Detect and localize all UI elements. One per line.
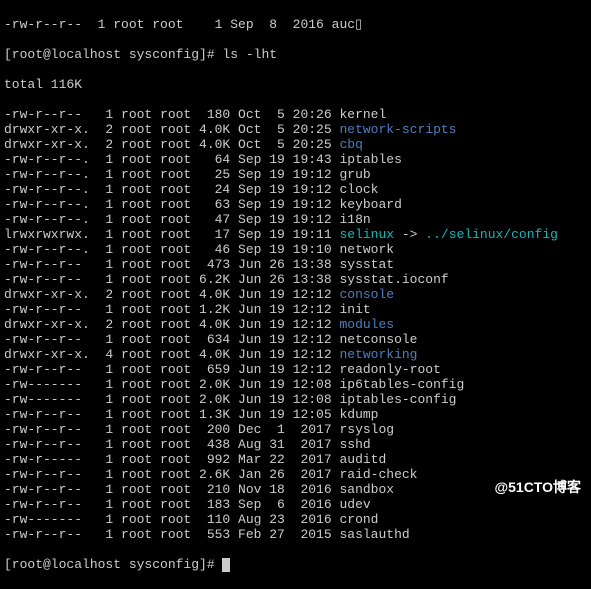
file-entry: -rw-r--r-- 1 root root 659 Jun 19 12:12 …	[4, 362, 587, 377]
file-name: auditd	[339, 452, 386, 467]
dir-name: networking	[339, 347, 417, 362]
file-name: network	[339, 242, 394, 257]
file-entry: lrwxrwxrwx. 1 root root 17 Sep 19 19:11 …	[4, 227, 587, 242]
file-name: netconsole	[339, 332, 417, 347]
file-entry: -rw-r--r--. 1 root root 64 Sep 19 19:43 …	[4, 152, 587, 167]
file-name: i18n	[339, 212, 370, 227]
dir-name: cbq	[339, 137, 362, 152]
file-name: ip6tables-config	[339, 377, 464, 392]
symlink-target: ../selinux/config	[425, 227, 558, 242]
dir-name: console	[339, 287, 394, 302]
file-entry: -rw-r--r--. 1 root root 63 Sep 19 19:12 …	[4, 197, 587, 212]
file-listing: -rw-r--r-- 1 root root 180 Oct 5 20:26 k…	[4, 107, 587, 542]
file-name: sysstat	[339, 257, 394, 272]
total-line: total 116K	[4, 77, 587, 92]
file-entry: -rw-r--r--. 1 root root 24 Sep 19 19:12 …	[4, 182, 587, 197]
file-name: iptables	[339, 152, 401, 167]
file-name: saslauthd	[339, 527, 409, 542]
prompt-line: [root@localhost sysconfig]# ls -lht	[4, 47, 587, 62]
file-entry: drwxr-xr-x. 2 root root 4.0K Oct 5 20:25…	[4, 122, 587, 137]
watermark: @51CTO博客	[494, 480, 581, 495]
file-name: raid-check	[339, 467, 417, 482]
shell-prompt: [root@localhost sysconfig]#	[4, 557, 222, 572]
file-entry: -rw-r--r-- 1 root root 634 Jun 19 12:12 …	[4, 332, 587, 347]
file-name: readonly-root	[339, 362, 440, 377]
file-entry: -rw-r--r-- 1 root root 553 Feb 27 2015 s…	[4, 527, 587, 542]
file-entry: -rw-r--r-- 1 root root 438 Aug 31 2017 s…	[4, 437, 587, 452]
file-entry: drwxr-xr-x. 2 root root 4.0K Jun 19 12:1…	[4, 317, 587, 332]
file-entry: drwxr-xr-x. 4 root root 4.0K Jun 19 12:1…	[4, 347, 587, 362]
shell-prompt: [root@localhost sysconfig]#	[4, 47, 222, 62]
file-entry: -rw-r--r-- 1 root root 473 Jun 26 13:38 …	[4, 257, 587, 272]
file-entry: drwxr-xr-x. 2 root root 4.0K Oct 5 20:25…	[4, 137, 587, 152]
file-name: iptables-config	[339, 392, 456, 407]
file-entry: -rw-r--r-- 1 root root 1.2K Jun 19 12:12…	[4, 302, 587, 317]
symlink-name: selinux	[339, 227, 394, 242]
dir-name: modules	[339, 317, 394, 332]
file-entry: drwxr-xr-x. 2 root root 4.0K Jun 19 12:1…	[4, 287, 587, 302]
cursor	[222, 558, 230, 572]
command-text: ls -lht	[222, 47, 277, 62]
file-name: sandbox	[339, 482, 394, 497]
terminal[interactable]: -rw-r--r-- 1 root root 1 Sep 8 2016 auc▯…	[0, 0, 591, 589]
file-entry: -rw------- 1 root root 2.0K Jun 19 12:08…	[4, 392, 587, 407]
file-entry: -rw-r--r-- 1 root root 183 Sep 6 2016 ud…	[4, 497, 587, 512]
file-entry: -rw------- 1 root root 2.0K Jun 19 12:08…	[4, 377, 587, 392]
file-name: clock	[339, 182, 378, 197]
file-name: init	[339, 302, 370, 317]
file-entry: -rw-r--r--. 1 root root 47 Sep 19 19:12 …	[4, 212, 587, 227]
file-entry: -rw-r--r--. 1 root root 46 Sep 19 19:10 …	[4, 242, 587, 257]
file-name: rsyslog	[339, 422, 394, 437]
file-name: grub	[339, 167, 370, 182]
file-name: sshd	[339, 437, 370, 452]
file-entry: -rw-r----- 1 root root 992 Mar 22 2017 a…	[4, 452, 587, 467]
file-entry: -rw-r--r-- 1 root root 6.2K Jun 26 13:38…	[4, 272, 587, 287]
file-entry: -rw-r--r-- 1 root root 180 Oct 5 20:26 k…	[4, 107, 587, 122]
file-name: udev	[339, 497, 370, 512]
file-name: kernel	[339, 107, 386, 122]
file-entry: -rw-r--r-- 1 root root 200 Dec 1 2017 rs…	[4, 422, 587, 437]
file-entry: -rw-r--r--. 1 root root 25 Sep 19 19:12 …	[4, 167, 587, 182]
file-name: kdump	[339, 407, 378, 422]
prompt-line-2: [root@localhost sysconfig]#	[4, 557, 587, 572]
file-name: sysstat.ioconf	[339, 272, 448, 287]
file-entry: -rw-r--r-- 1 root root 1.3K Jun 19 12:05…	[4, 407, 587, 422]
truncated-line: -rw-r--r-- 1 root root 1 Sep 8 2016 auc▯	[4, 17, 587, 32]
dir-name: network-scripts	[339, 122, 456, 137]
file-name: keyboard	[339, 197, 401, 212]
